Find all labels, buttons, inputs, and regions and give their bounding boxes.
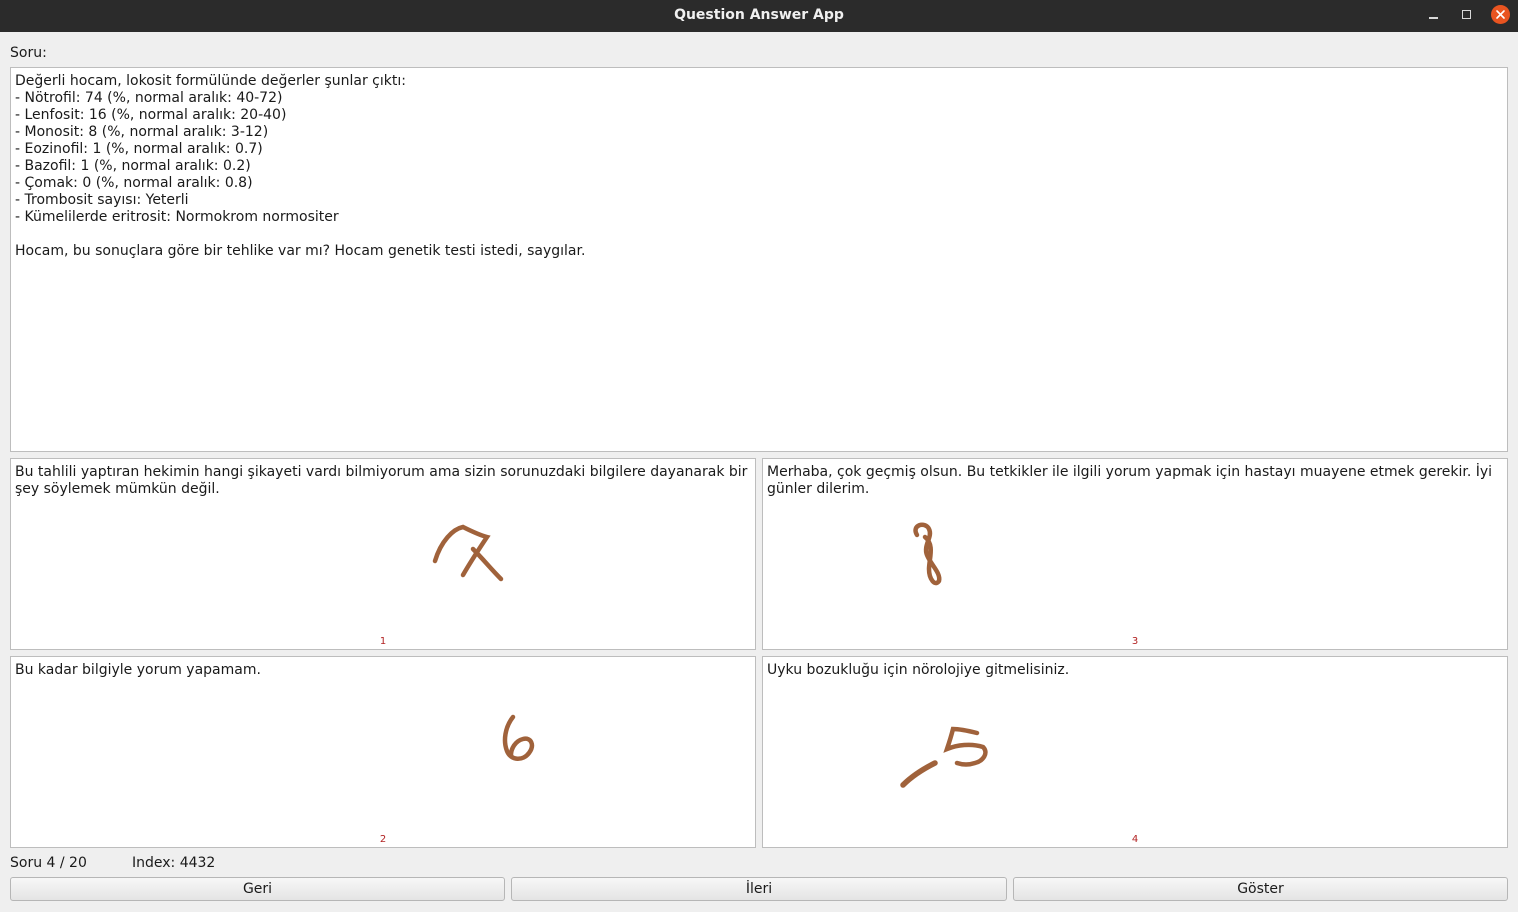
answer-number: 2 [379,834,387,845]
back-button[interactable]: Geri [10,877,505,901]
maximize-icon[interactable] [1457,6,1477,26]
handwritten-mark-5 [900,726,988,788]
answer-text: Merhaba, çok geçmiş olsun. Bu tetkikler … [767,464,1493,497]
answer-number: 1 [379,636,387,647]
answer-number: 4 [1131,834,1139,845]
question-progress: Soru 4 / 20 [10,855,87,871]
answer-panel-3[interactable]: Merhaba, çok geçmiş olsun. Bu tetkikler … [762,458,1508,650]
title-bar: Question Answer App [0,0,1518,32]
question-label: Soru: [10,45,47,61]
answer-panel-1[interactable]: Bu tahlili yaptıran hekimin hangi şikaye… [10,458,756,650]
answer-number: 3 [1131,636,1139,647]
handwritten-mark-8 [913,522,942,586]
next-button[interactable]: İleri [511,877,1007,901]
index-label: Index: 4432 [132,855,216,871]
answer-panel-2[interactable]: Bu kadar bilgiyle yorum yapamam. 2 [10,656,756,848]
question-textarea[interactable]: Değerli hocam, lokosit formülünde değerl… [10,67,1508,452]
question-text: Değerli hocam, lokosit formülünde değerl… [15,73,586,259]
window-title: Question Answer App [674,7,844,23]
minimize-icon[interactable] [1424,6,1444,26]
answer-text: Bu kadar bilgiyle yorum yapamam. [15,662,261,678]
close-icon[interactable] [1491,5,1510,24]
handwritten-mark-7 [432,524,504,582]
answer-text: Bu tahlili yaptıran hekimin hangi şikaye… [15,464,748,497]
answer-panel-4[interactable]: Uyku bozukluğu için nörolojiye gitmelisi… [762,656,1508,848]
show-button[interactable]: Göster [1013,877,1508,901]
answer-text: Uyku bozukluğu için nörolojiye gitmelisi… [767,662,1070,678]
handwritten-mark-6 [502,714,535,761]
